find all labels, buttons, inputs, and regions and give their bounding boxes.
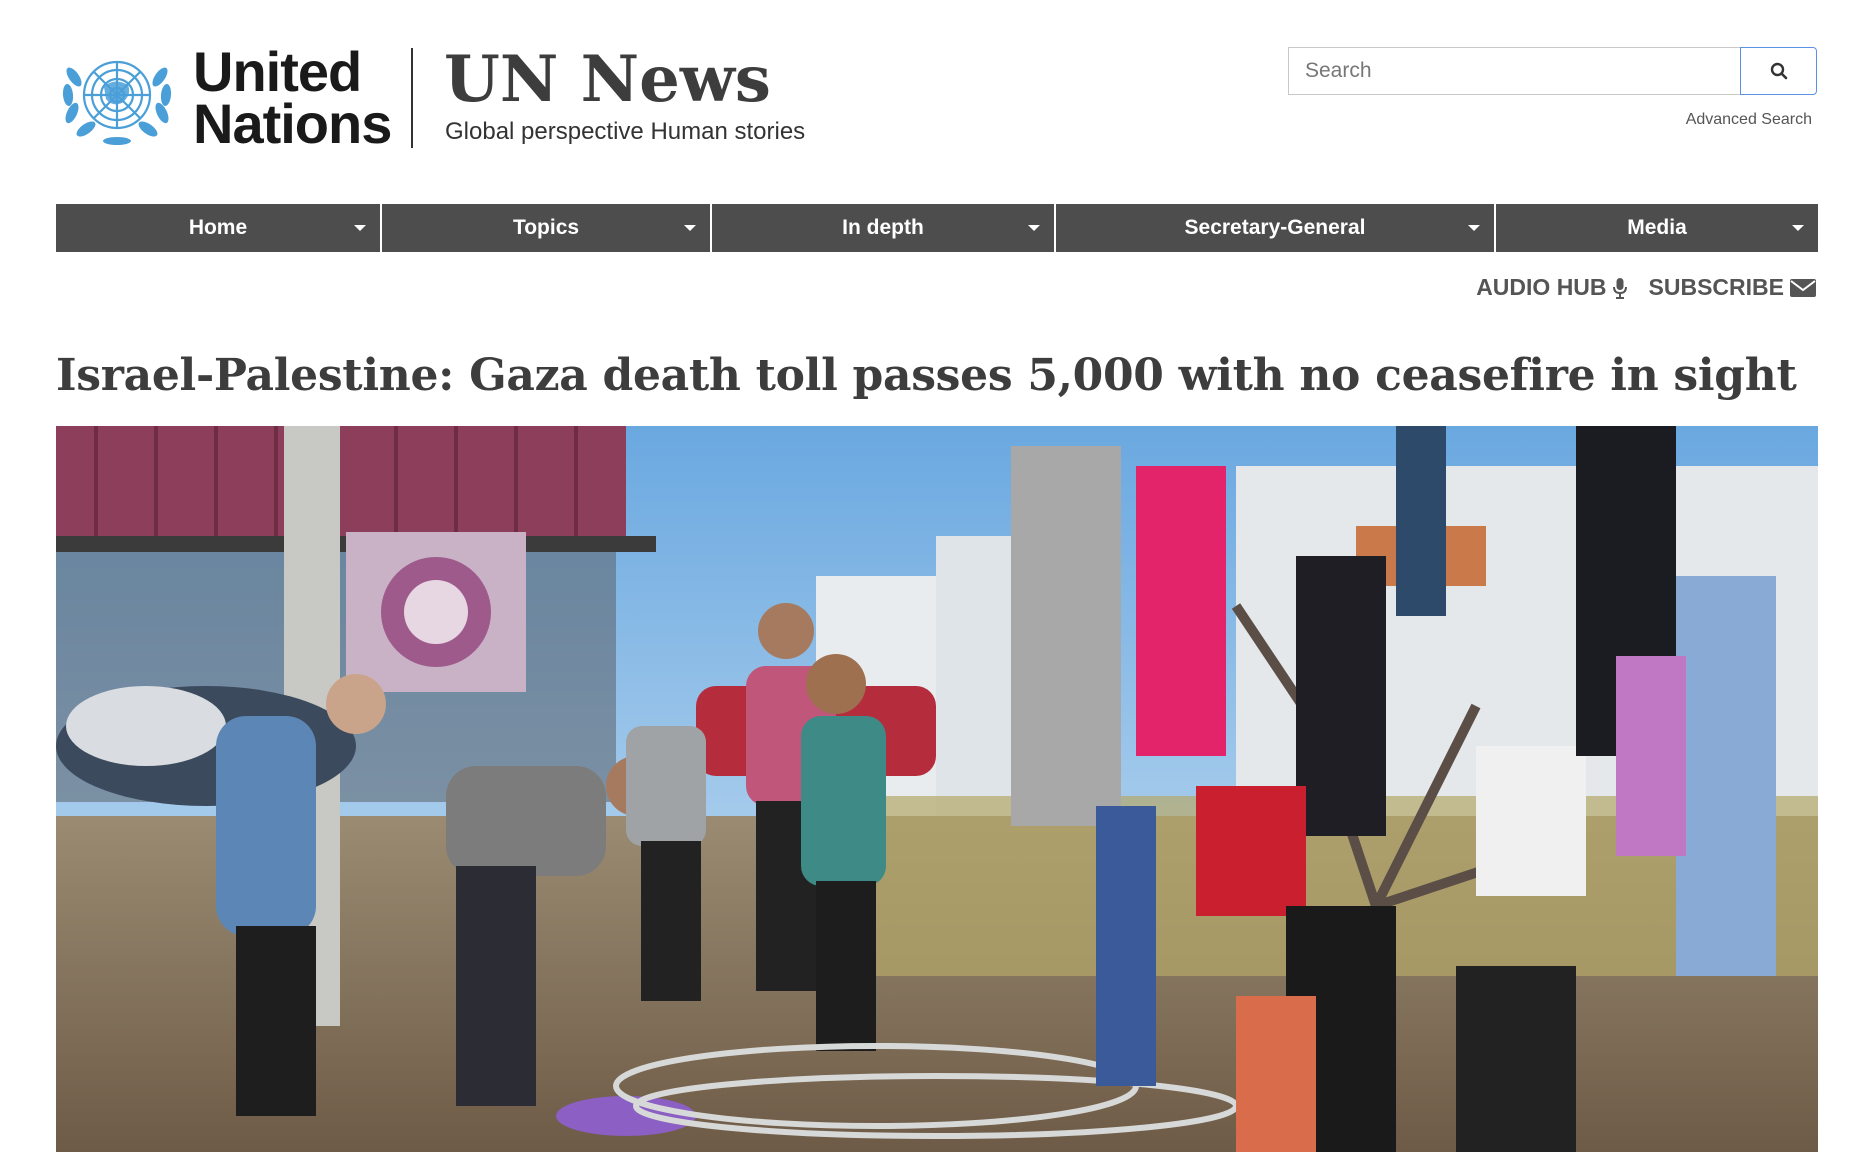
nav-item-in-depth[interactable]: In depth [710,204,1054,252]
hero-photo-illustration [56,426,1818,1152]
site-title[interactable]: UN News [444,42,771,118]
hero-photo [56,426,1818,1152]
un-wordmark-line2: Nations [193,92,392,155]
site-tagline: Global perspective Human stories [445,118,806,145]
advanced-search-link[interactable]: Advanced Search [1686,111,1812,129]
subscribe-label: SUBSCRIBE [1648,274,1784,300]
article-headline: Israel-Palestine: Gaza death toll passes… [56,350,1797,401]
main-nav: Home Topics In depth Secretary-General M… [56,204,1818,252]
caret-down-icon[interactable] [1792,225,1804,231]
caret-down-icon[interactable] [684,225,696,231]
search-input[interactable] [1288,47,1740,95]
microphone-icon [1612,277,1627,299]
search-icon [1770,62,1787,80]
caret-down-icon[interactable] [1028,225,1040,231]
search-button[interactable] [1740,47,1817,95]
site-header: United Nations UN News Global perspectiv… [56,40,1818,160]
caret-down-icon[interactable] [354,225,366,231]
nav-item-label: Media [1627,216,1687,239]
nav-item-secretary-general[interactable]: Secretary-General [1054,204,1494,252]
envelope-icon [1790,278,1816,297]
un-wordmark-line1: United [193,40,362,103]
un-emblem-icon[interactable] [56,47,178,150]
nav-item-media[interactable]: Media [1494,204,1818,252]
caret-down-icon[interactable] [1468,225,1480,231]
search-form: Advanced Search [1288,47,1818,128]
nav-item-topics[interactable]: Topics [380,204,710,252]
audio-hub-link[interactable]: AUDIO HUB [1476,274,1627,301]
nav-item-label: Secretary-General [1184,216,1366,239]
subscribe-link[interactable]: SUBSCRIBE [1649,274,1816,301]
nav-item-label: Topics [512,216,580,239]
nav-item-label: In depth [842,216,924,239]
nav-item-label: Home [188,216,248,239]
nav-item-home[interactable]: Home [56,204,380,252]
audio-hub-label: AUDIO HUB [1476,274,1607,300]
un-wordmark[interactable]: United Nations [193,40,392,155]
brand-divider [411,48,413,148]
utility-links: AUDIO HUB SUBSCRIBE [1476,274,1816,301]
